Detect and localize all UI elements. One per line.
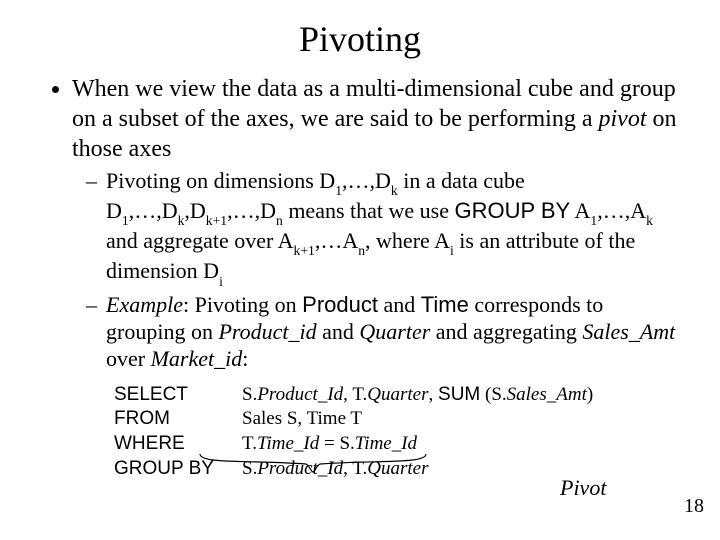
bullet-list: When we view the data as a multi-dimensi… bbox=[48, 74, 680, 373]
s: k+1 bbox=[294, 243, 315, 258]
s: k+1 bbox=[206, 213, 227, 228]
bullet-1-pre: When we view the data as a multi-dimensi… bbox=[72, 76, 676, 132]
t: Quarter bbox=[367, 384, 428, 405]
t: , bbox=[429, 384, 439, 405]
slide: Pivoting When we view the data as a mult… bbox=[0, 0, 720, 540]
t: Quarter bbox=[359, 319, 430, 344]
t: Sales_Amt bbox=[507, 384, 587, 405]
s: 1 bbox=[335, 183, 342, 198]
example-word: Example bbox=[106, 292, 183, 317]
sql-select: SELECT S.Product_Id, T.Quarter, SUM (S.S… bbox=[114, 383, 680, 408]
t: , T. bbox=[343, 384, 367, 405]
t: ,…A bbox=[315, 228, 358, 253]
t: and bbox=[378, 292, 421, 317]
t: Market_id bbox=[151, 346, 243, 371]
t: ) bbox=[587, 384, 593, 405]
s: k bbox=[178, 213, 185, 228]
s: 1 bbox=[590, 213, 597, 228]
t: Time_Id bbox=[257, 433, 319, 454]
s: k bbox=[646, 213, 653, 228]
bullet-1-pivot: pivot bbox=[599, 106, 647, 132]
t: Time_Id bbox=[355, 433, 417, 454]
s: 1 bbox=[122, 213, 129, 228]
t: (S. bbox=[480, 384, 506, 405]
sub-2: Example: Pivoting on Product and Time co… bbox=[106, 292, 680, 372]
t: Product_Id bbox=[257, 384, 343, 405]
sub-1: Pivoting on dimensions D1,…,Dk in a data… bbox=[106, 168, 680, 288]
groupby-kw: GROUP BY bbox=[454, 198, 570, 223]
s: n bbox=[358, 243, 365, 258]
kw-select: SELECT bbox=[114, 383, 242, 408]
t: : Pivoting on bbox=[183, 292, 302, 317]
sql-from-rest: Sales S, Time T bbox=[242, 407, 362, 432]
t: ,…,A bbox=[597, 198, 646, 223]
sql-from: FROM Sales S, Time T bbox=[114, 407, 680, 432]
t: = S. bbox=[319, 433, 355, 454]
t: and bbox=[317, 319, 360, 344]
t: ,…,D bbox=[342, 168, 391, 193]
t: Sales_Amt bbox=[582, 319, 675, 344]
s: n bbox=[276, 213, 283, 228]
t: T. bbox=[242, 433, 257, 454]
t: A bbox=[570, 198, 590, 223]
slide-title: Pivoting bbox=[40, 18, 680, 60]
t: ,D bbox=[184, 198, 205, 223]
t: Product bbox=[302, 292, 378, 317]
s: i bbox=[450, 243, 454, 258]
kw-sum: SUM bbox=[438, 384, 480, 405]
t: ,…,D bbox=[129, 198, 178, 223]
sub-list: Pivoting on dimensions D1,…,Dk in a data… bbox=[78, 168, 680, 373]
t: , where A bbox=[365, 228, 450, 253]
t: Time bbox=[421, 292, 469, 317]
t: means that we use bbox=[283, 198, 455, 223]
t: over bbox=[106, 346, 151, 371]
s: i bbox=[219, 274, 223, 289]
t: : bbox=[242, 346, 248, 371]
t: S. bbox=[242, 384, 257, 405]
bullet-1: When we view the data as a multi-dimensi… bbox=[72, 74, 680, 373]
t: Product_id bbox=[218, 319, 316, 344]
brace-annotation bbox=[198, 452, 428, 474]
t: and aggregate over A bbox=[106, 228, 294, 253]
page-number: 18 bbox=[684, 495, 704, 518]
s: k bbox=[391, 183, 398, 198]
t: Pivoting on dimensions D bbox=[106, 168, 335, 193]
sql-select-rest: S.Product_Id, T.Quarter, SUM (S.Sales_Am… bbox=[242, 383, 593, 408]
pivot-label: Pivot bbox=[560, 475, 606, 501]
curly-brace-icon bbox=[198, 452, 428, 474]
t: ,…,D bbox=[227, 198, 276, 223]
t: and aggregating bbox=[430, 319, 582, 344]
kw-from: FROM bbox=[114, 407, 242, 432]
